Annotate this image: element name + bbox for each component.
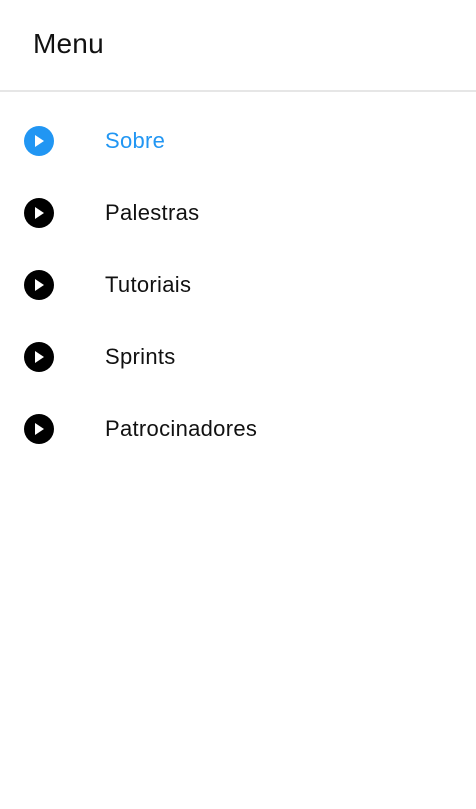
- drawer-header: Menu: [0, 0, 476, 92]
- navigation-drawer: Menu Sobre Palestras Tutoriais Sprints P…: [0, 0, 476, 809]
- play-circle-icon: [24, 414, 54, 444]
- play-circle-icon: [24, 270, 54, 300]
- play-circle-icon: [24, 342, 54, 372]
- menu-item-label: Sprints: [105, 344, 176, 369]
- menu-list: Sobre Palestras Tutoriais Sprints Patroc…: [0, 92, 476, 465]
- play-circle-icon: [24, 126, 54, 156]
- play-circle-icon: [24, 198, 54, 228]
- menu-item-tutoriais[interactable]: Tutoriais: [0, 249, 476, 321]
- menu-item-label: Sobre: [105, 128, 166, 153]
- menu-item-palestras[interactable]: Palestras: [0, 177, 476, 249]
- drawer-title: Menu: [33, 28, 104, 59]
- menu-item-patrocinadores[interactable]: Patrocinadores: [0, 393, 476, 465]
- menu-item-sprints[interactable]: Sprints: [0, 321, 476, 393]
- menu-item-sobre[interactable]: Sobre: [0, 105, 476, 177]
- menu-item-label: Tutoriais: [105, 272, 192, 297]
- menu-item-label: Patrocinadores: [105, 416, 258, 441]
- menu-item-label: Palestras: [105, 200, 200, 225]
